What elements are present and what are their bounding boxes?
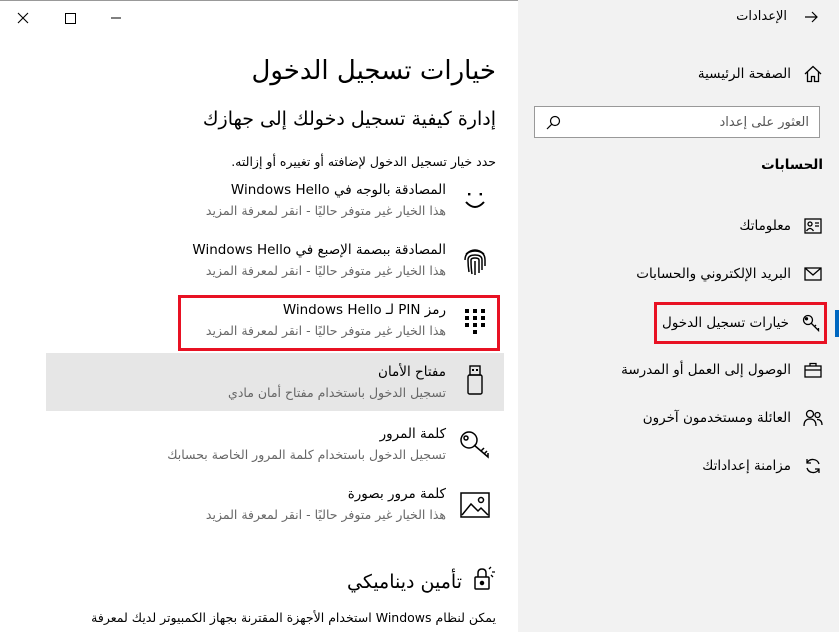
option-description: هذا الخيار غير متوفر حاليًا - انقر لمعرف… [205, 507, 446, 522]
highlight-box-pin [178, 295, 500, 351]
option-password[interactable]: كلمة المرور تسجيل الدخول باستخدام كلمة ا… [46, 422, 504, 480]
nav-item-label: خيارات تسجيل الدخول [662, 315, 789, 331]
active-indicator [835, 310, 839, 337]
option-picture-password[interactable]: كلمة مرور بصورة هذا الخيار غير متوفر حال… [46, 482, 504, 540]
option-title: كلمة مرور بصورة [347, 486, 446, 502]
nav-item-label: الوصول إلى العمل أو المدرسة [621, 362, 791, 378]
briefcase-icon [803, 360, 823, 380]
nav-item-sign-in-options[interactable]: خيارات تسجيل الدخول [654, 302, 827, 344]
search-input[interactable]: العثور على إعداد [565, 115, 819, 130]
option-description: تسجيل الدخول باستخدام مفتاح أمان مادي [228, 385, 446, 400]
nav-item-family-users[interactable]: العائلة ومستخدمون آخرون [643, 408, 823, 428]
option-description: هذا الخيار غير متوفر حاليًا - انقر لمعرف… [205, 203, 446, 218]
nav-item-work-school[interactable]: الوصول إلى العمل أو المدرسة [621, 360, 823, 380]
page-title: خيارات تسجيل الدخول [251, 56, 496, 86]
nav-home[interactable]: الصفحة الرئيسية [698, 64, 823, 84]
people-icon [803, 408, 823, 428]
nav-item-label: البريد الإلكتروني والحسابات [636, 266, 791, 282]
nav-section-heading: الحسابات [761, 157, 823, 173]
nav-item-label: العائلة ومستخدمون آخرون [642, 410, 791, 426]
app-title: الإعدادات [736, 9, 787, 24]
dynamic-lock-title: تأمين ديناميكي [346, 570, 462, 593]
dynamic-lock-description: يمكن لنظام Windows استخدام الأجهزة المقت… [91, 610, 496, 625]
mail-icon [803, 264, 823, 284]
settings-window: خيارات تسجيل الدخول إدارة كيفية تسجيل دخ… [0, 0, 839, 632]
search-box[interactable]: العثور على إعداد [534, 106, 820, 138]
face-icon [458, 184, 492, 218]
nav-item-label: مزامنة إعداداتك [702, 458, 791, 474]
nav-home-label: الصفحة الرئيسية [697, 66, 791, 82]
picture-icon [458, 488, 492, 522]
option-description: هذا الخيار غير متوفر حاليًا - انقر لمعرف… [205, 263, 446, 278]
nav-item-sync-settings[interactable]: مزامنة إعداداتك [702, 456, 823, 476]
option-fingerprint[interactable]: المصادقة ببصمة الإصبع في Windows Hello ه… [46, 238, 504, 296]
search-icon[interactable] [541, 110, 565, 134]
fingerprint-icon [458, 244, 492, 278]
back-arrow-icon[interactable] [801, 8, 821, 28]
option-security-key[interactable]: مفتاح الأمان تسجيل الدخول باستخدام مفتاح… [46, 353, 504, 411]
person-icon [803, 216, 823, 236]
key-icon [801, 313, 821, 333]
content-pane: خيارات تسجيل الدخول إدارة كيفية تسجيل دخ… [0, 0, 518, 632]
navigation-pane: الإعدادات الصفحة الرئيسية العثور على إعد… [518, 0, 839, 632]
nav-item-your-info[interactable]: معلوماتك [739, 216, 823, 236]
option-description: تسجيل الدخول باستخدام كلمة المرور الخاصة… [167, 447, 446, 462]
option-title: كلمة المرور [379, 426, 446, 442]
key-icon [458, 428, 492, 462]
option-title: مفتاح الأمان [378, 364, 446, 380]
home-icon [803, 64, 823, 84]
sync-icon [803, 456, 823, 476]
instruction-text: حدد خيار تسجيل الدخول لإضافته أو تغييره … [231, 154, 496, 169]
option-face-recognition[interactable]: المصادقة بالوجه في Windows Hello هذا الخ… [46, 178, 504, 236]
section-subtitle: إدارة كيفية تسجيل دخولك إلى جهازك [202, 108, 496, 130]
dynamic-lock-heading: تأمين ديناميكي [347, 566, 496, 597]
option-title: المصادقة بالوجه في Windows Hello [230, 182, 446, 198]
nav-item-label: معلوماتك [739, 218, 791, 234]
option-title: المصادقة ببصمة الإصبع في Windows Hello [192, 242, 446, 258]
nav-item-email-accounts[interactable]: البريد الإلكتروني والحسابات [636, 264, 823, 284]
dynamic-lock-icon [472, 566, 496, 597]
usb-key-icon [458, 363, 492, 397]
